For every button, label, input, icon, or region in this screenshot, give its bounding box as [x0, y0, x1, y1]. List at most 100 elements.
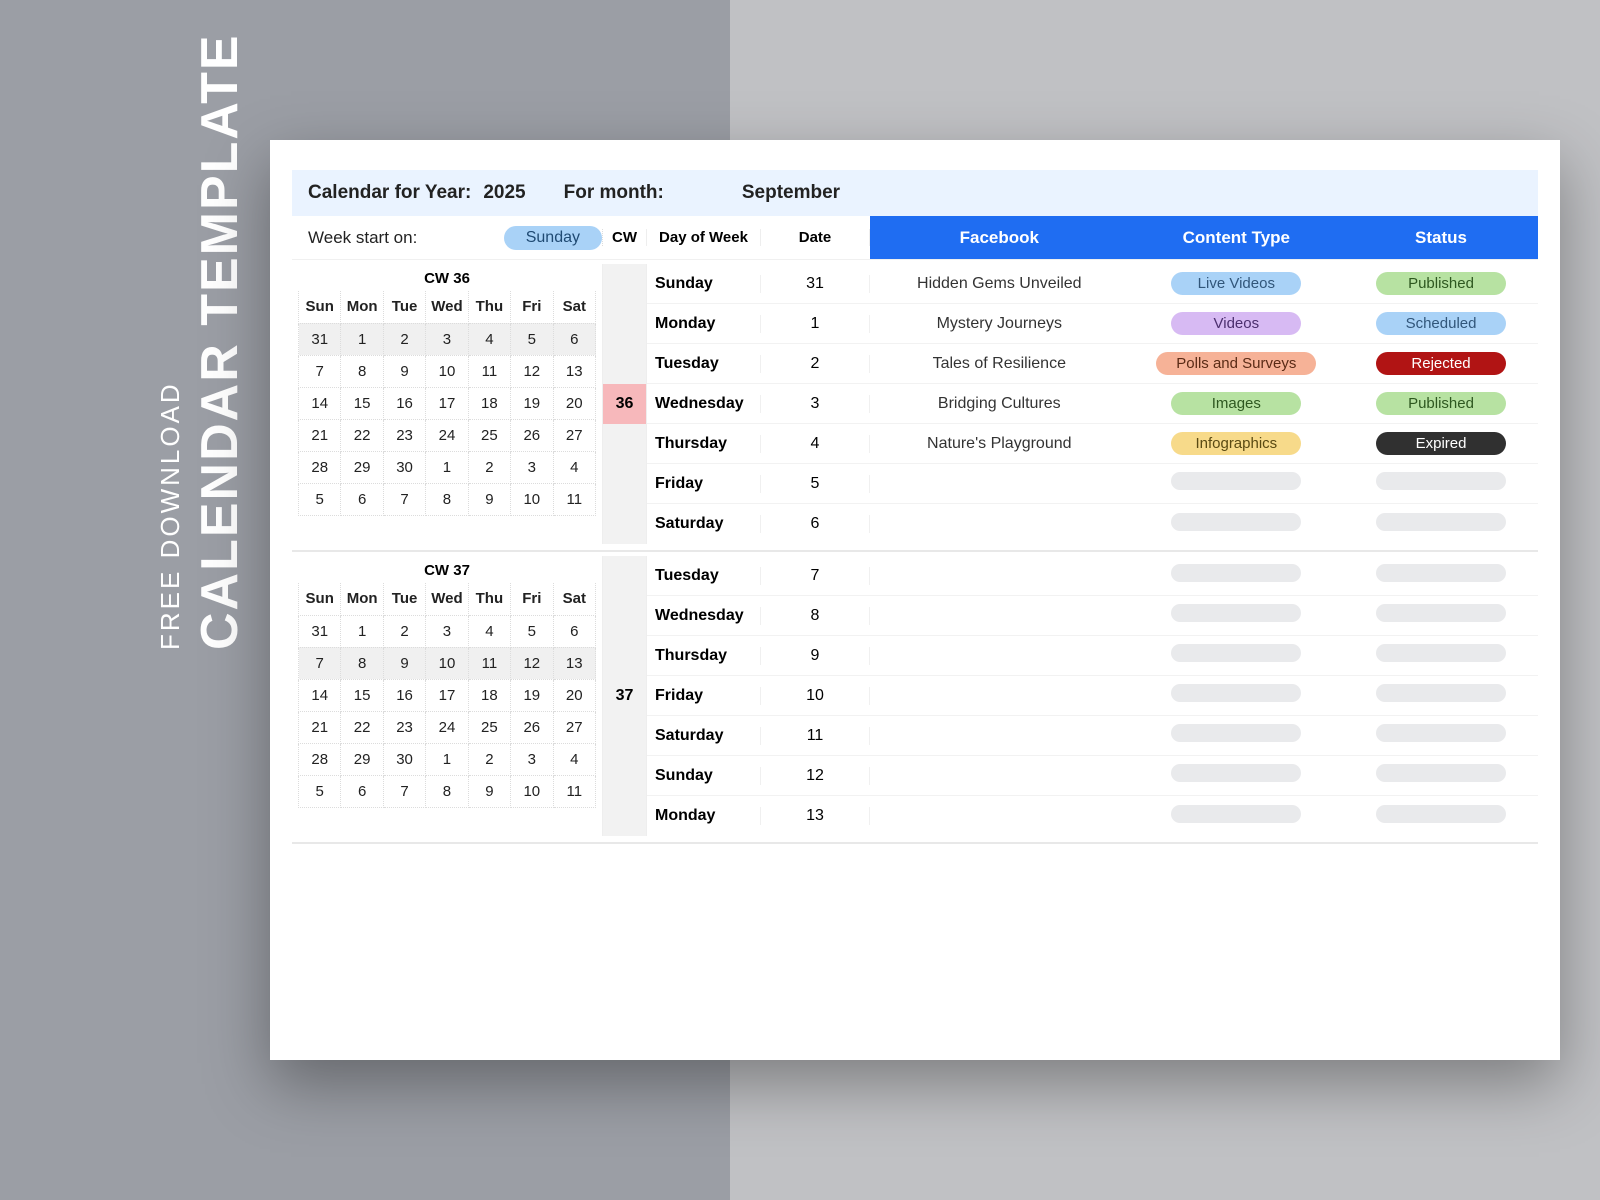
mini-cell[interactable]: 15 — [341, 387, 383, 419]
mini-cell[interactable]: 6 — [553, 323, 595, 355]
mini-cell[interactable]: 29 — [341, 743, 383, 775]
cell-facebook[interactable]: Bridging Cultures — [870, 395, 1129, 413]
cell-content-type[interactable] — [1129, 684, 1344, 707]
mini-cell[interactable]: 12 — [511, 647, 553, 679]
cell-facebook[interactable]: Mystery Journeys — [870, 315, 1129, 333]
mini-cell[interactable]: 17 — [426, 387, 468, 419]
mini-cell[interactable]: 5 — [511, 615, 553, 647]
mini-cell[interactable]: 4 — [553, 743, 595, 775]
mini-cell[interactable]: 3 — [426, 323, 468, 355]
mini-cell[interactable]: 15 — [341, 679, 383, 711]
mini-cell[interactable]: 2 — [468, 743, 510, 775]
mini-cell[interactable]: 3 — [426, 615, 468, 647]
mini-cell[interactable]: 24 — [426, 711, 468, 743]
mini-cell[interactable]: 26 — [511, 711, 553, 743]
cell-facebook[interactable]: Nature's Playground — [870, 435, 1129, 453]
cell-content-type[interactable] — [1129, 604, 1344, 627]
mini-cell[interactable]: 7 — [383, 775, 425, 807]
cell-content-type[interactable] — [1129, 564, 1344, 587]
mini-cell[interactable]: 16 — [383, 679, 425, 711]
mini-cell[interactable]: 7 — [299, 355, 341, 387]
mini-cell[interactable]: 8 — [341, 355, 383, 387]
mini-cell[interactable]: 17 — [426, 679, 468, 711]
cell-content-type[interactable]: Live Videos — [1129, 272, 1344, 295]
mini-cell[interactable]: 10 — [426, 355, 468, 387]
cell-facebook[interactable]: Tales of Resilience — [870, 355, 1129, 373]
mini-cell[interactable]: 31 — [299, 615, 341, 647]
cell-content-type[interactable] — [1129, 764, 1344, 787]
cell-status[interactable] — [1344, 684, 1538, 707]
mini-cell[interactable]: 2 — [383, 615, 425, 647]
mini-cell[interactable]: 12 — [511, 355, 553, 387]
mini-cell[interactable]: 19 — [511, 387, 553, 419]
mini-cell[interactable]: 7 — [383, 483, 425, 515]
cell-status[interactable]: Published — [1344, 392, 1538, 415]
mini-cell[interactable]: 25 — [468, 419, 510, 451]
cell-content-type[interactable] — [1129, 472, 1344, 495]
mini-cell[interactable]: 11 — [468, 647, 510, 679]
mini-cell[interactable]: 23 — [383, 711, 425, 743]
mini-cell[interactable]: 13 — [553, 355, 595, 387]
mini-cell[interactable]: 8 — [341, 647, 383, 679]
mini-cell[interactable]: 27 — [553, 711, 595, 743]
mini-cell[interactable]: 11 — [553, 775, 595, 807]
mini-cell[interactable]: 8 — [426, 483, 468, 515]
cell-status[interactable]: Scheduled — [1344, 312, 1538, 335]
mini-cell[interactable]: 9 — [468, 775, 510, 807]
cell-content-type[interactable] — [1129, 513, 1344, 536]
mini-cell[interactable]: 21 — [299, 419, 341, 451]
mini-cell[interactable]: 30 — [383, 743, 425, 775]
mini-cell[interactable]: 1 — [341, 323, 383, 355]
mini-cell[interactable]: 9 — [468, 483, 510, 515]
cell-status[interactable] — [1344, 644, 1538, 667]
mini-cell[interactable]: 18 — [468, 387, 510, 419]
mini-cell[interactable]: 9 — [383, 647, 425, 679]
cell-content-type[interactable] — [1129, 805, 1344, 828]
mini-cell[interactable]: 10 — [426, 647, 468, 679]
mini-cell[interactable]: 29 — [341, 451, 383, 483]
cell-content-type[interactable]: Videos — [1129, 312, 1344, 335]
mini-cell[interactable]: 6 — [341, 775, 383, 807]
cell-content-type[interactable]: Images — [1129, 392, 1344, 415]
mini-cell[interactable]: 27 — [553, 419, 595, 451]
mini-cell[interactable]: 4 — [553, 451, 595, 483]
cell-status[interactable] — [1344, 724, 1538, 747]
mini-cell[interactable]: 10 — [511, 775, 553, 807]
cell-status[interactable]: Expired — [1344, 432, 1538, 455]
mini-cell[interactable]: 16 — [383, 387, 425, 419]
mini-cell[interactable]: 24 — [426, 419, 468, 451]
mini-cell[interactable]: 8 — [426, 775, 468, 807]
mini-cell[interactable]: 3 — [511, 743, 553, 775]
mini-cell[interactable]: 18 — [468, 679, 510, 711]
cell-status[interactable] — [1344, 604, 1538, 627]
mini-cell[interactable]: 14 — [299, 679, 341, 711]
mini-cell[interactable]: 10 — [511, 483, 553, 515]
mini-cell[interactable]: 6 — [553, 615, 595, 647]
mini-cell[interactable]: 1 — [426, 451, 468, 483]
mini-cell[interactable]: 13 — [553, 647, 595, 679]
mini-cell[interactable]: 21 — [299, 711, 341, 743]
cell-status[interactable] — [1344, 564, 1538, 587]
cell-status[interactable] — [1344, 805, 1538, 828]
weekstart-pill[interactable]: Sunday — [504, 226, 602, 250]
mini-cell[interactable]: 1 — [341, 615, 383, 647]
cell-facebook[interactable]: Hidden Gems Unveiled — [870, 275, 1129, 293]
mini-cell[interactable]: 9 — [383, 355, 425, 387]
mini-cell[interactable]: 23 — [383, 419, 425, 451]
cell-content-type[interactable]: Polls and Surveys — [1129, 352, 1344, 375]
mini-cell[interactable]: 2 — [383, 323, 425, 355]
mini-cell[interactable]: 3 — [511, 451, 553, 483]
mini-cell[interactable]: 26 — [511, 419, 553, 451]
cell-content-type[interactable]: Infographics — [1129, 432, 1344, 455]
mini-cell[interactable]: 20 — [553, 679, 595, 711]
mini-cell[interactable]: 1 — [426, 743, 468, 775]
cell-status[interactable] — [1344, 764, 1538, 787]
mini-cell[interactable]: 22 — [341, 711, 383, 743]
cell-content-type[interactable] — [1129, 644, 1344, 667]
mini-cell[interactable]: 31 — [299, 323, 341, 355]
mini-cell[interactable]: 5 — [299, 775, 341, 807]
cell-status[interactable]: Published — [1344, 272, 1538, 295]
mini-cell[interactable]: 4 — [468, 615, 510, 647]
cell-status[interactable] — [1344, 472, 1538, 495]
mini-cell[interactable]: 14 — [299, 387, 341, 419]
